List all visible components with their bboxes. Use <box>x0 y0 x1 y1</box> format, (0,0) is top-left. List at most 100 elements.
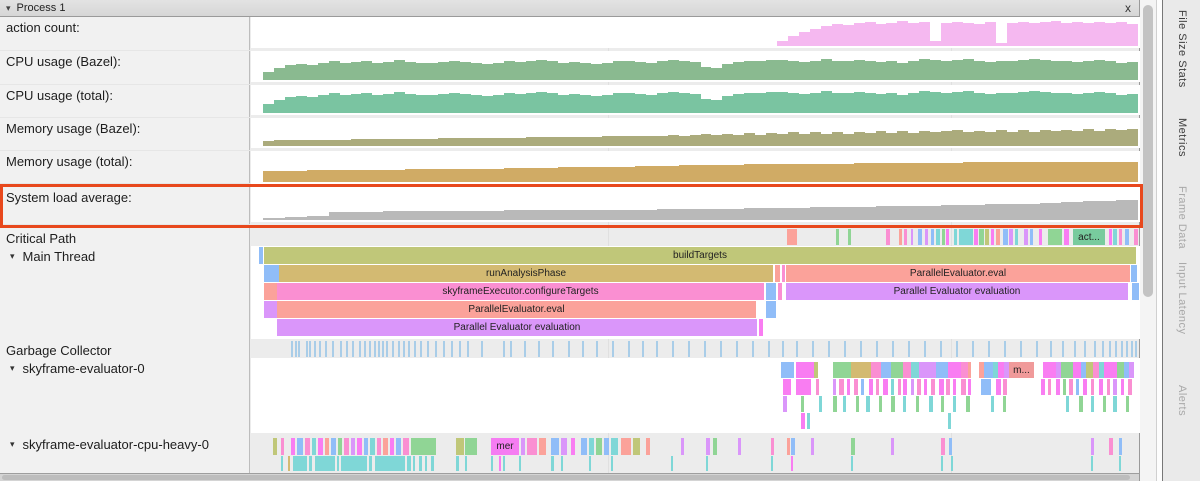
gc-event-tick[interactable] <box>956 341 958 357</box>
gc-event-tick[interactable] <box>568 341 570 357</box>
gc-event-tick[interactable] <box>443 341 445 357</box>
trace-span[interactable] <box>959 229 973 245</box>
trace-span[interactable] <box>942 229 945 245</box>
trace-span[interactable] <box>801 396 804 412</box>
trace-span[interactable] <box>1083 379 1087 395</box>
trace-span[interactable]: m... <box>1009 362 1034 378</box>
gc-event-tick[interactable] <box>1084 341 1086 357</box>
gc-event-tick[interactable] <box>427 341 429 357</box>
gc-event-tick[interactable] <box>451 341 453 357</box>
gc-event-tick[interactable] <box>346 341 348 357</box>
trace-span[interactable] <box>924 379 927 395</box>
trace-span[interactable] <box>811 438 814 455</box>
gc-event-tick[interactable] <box>332 341 334 357</box>
trace-span[interactable] <box>1117 362 1124 378</box>
trace-span[interactable] <box>351 438 355 455</box>
counter-track-mem-bazel[interactable] <box>251 118 1140 148</box>
trace-span[interactable] <box>1119 438 1122 455</box>
trace-span[interactable] <box>833 396 837 412</box>
trace-span[interactable] <box>1048 379 1051 395</box>
trace-span[interactable] <box>968 362 971 378</box>
gc-event-tick[interactable] <box>369 341 371 357</box>
trace-span[interactable] <box>911 362 919 378</box>
gc-event-tick[interactable] <box>752 341 754 357</box>
trace-span[interactable] <box>931 379 935 395</box>
gc-event-tick[interactable] <box>688 341 690 357</box>
trace-span[interactable] <box>783 379 791 395</box>
tab-frame-data[interactable]: Frame Data <box>1176 186 1188 249</box>
counter-track-action-count[interactable] <box>251 17 1140 48</box>
trace-span[interactable] <box>1125 229 1129 245</box>
trace-span[interactable] <box>589 438 594 455</box>
trace-span[interactable]: act... <box>1073 229 1105 245</box>
trace-span[interactable] <box>561 456 563 471</box>
collapse-arrow-icon[interactable]: ▾ <box>10 251 15 262</box>
trace-span[interactable] <box>876 379 879 395</box>
gc-event-tick[interactable] <box>782 341 784 357</box>
trace-span[interactable] <box>264 301 277 318</box>
trace-span[interactable] <box>419 456 422 471</box>
trace-span[interactable] <box>325 438 329 455</box>
trace-span[interactable] <box>425 456 427 471</box>
gc-event-tick[interactable] <box>656 341 658 357</box>
trace-span[interactable] <box>706 438 710 455</box>
trace-span[interactable] <box>1009 229 1013 245</box>
trace-span[interactable] <box>1073 362 1081 378</box>
trace-span[interactable] <box>403 438 409 455</box>
trace-span[interactable] <box>671 456 673 471</box>
trace-span[interactable] <box>377 438 381 455</box>
trace-span[interactable] <box>369 456 372 471</box>
trace-span[interactable] <box>1113 229 1117 245</box>
trace-span[interactable] <box>903 396 906 412</box>
garbage-collector-track[interactable] <box>251 340 1140 358</box>
trace-span[interactable] <box>951 456 953 471</box>
trace-span[interactable] <box>775 265 780 282</box>
trace-span[interactable] <box>706 456 708 471</box>
gc-event-tick[interactable] <box>860 341 862 357</box>
gc-event-tick[interactable] <box>481 341 483 357</box>
trace-span[interactable] <box>781 362 794 378</box>
gc-event-tick[interactable] <box>298 341 300 357</box>
trace-span[interactable] <box>1128 379 1132 395</box>
trace-span[interactable] <box>281 456 283 471</box>
trace-span[interactable] <box>604 438 609 455</box>
gc-event-tick[interactable] <box>359 341 361 357</box>
gc-event-tick[interactable] <box>1126 341 1128 357</box>
trace-span[interactable] <box>879 396 882 412</box>
trace-span[interactable] <box>869 379 873 395</box>
gc-event-tick[interactable] <box>1050 341 1052 357</box>
skyframe-evaluator-0-track[interactable]: m... <box>251 358 1140 433</box>
trace-span[interactable] <box>341 456 367 471</box>
trace-span[interactable] <box>851 438 855 455</box>
trace-span[interactable] <box>996 229 1000 245</box>
trace-span[interactable]: buildTargets <box>264 247 1136 264</box>
trace-span[interactable] <box>886 229 890 245</box>
gc-event-tick[interactable] <box>414 341 416 357</box>
gc-event-tick[interactable] <box>306 341 308 357</box>
trace-span[interactable] <box>331 438 336 455</box>
trace-span[interactable] <box>581 438 587 455</box>
trace-span[interactable] <box>839 379 844 395</box>
trace-span[interactable] <box>766 283 776 300</box>
trace-span[interactable] <box>917 379 921 395</box>
counter-track-cpu-bazel[interactable] <box>251 51 1140 82</box>
trace-span[interactable] <box>1024 229 1028 245</box>
trace-span[interactable] <box>771 456 773 471</box>
counter-track-sys-load[interactable] <box>251 187 1140 222</box>
trace-span[interactable] <box>891 396 895 412</box>
trace-span[interactable] <box>939 379 944 395</box>
trace-span[interactable] <box>1041 379 1045 395</box>
trace-span[interactable] <box>633 438 640 455</box>
gc-event-tick[interactable] <box>325 341 327 357</box>
trace-span[interactable] <box>1043 362 1056 378</box>
trace-span[interactable] <box>891 379 894 395</box>
trace-span[interactable] <box>778 283 782 300</box>
counter-track-cpu-total[interactable] <box>251 85 1140 115</box>
critical-path-track[interactable]: act... <box>251 229 1140 245</box>
trace-span[interactable] <box>961 379 966 395</box>
trace-span[interactable] <box>293 456 307 471</box>
trace-span[interactable] <box>816 379 819 395</box>
trace-span[interactable] <box>968 379 971 395</box>
timeline-canvas[interactable]: act... buildTargets runAnalysisPhasePara… <box>251 17 1140 473</box>
trace-span[interactable] <box>929 396 933 412</box>
